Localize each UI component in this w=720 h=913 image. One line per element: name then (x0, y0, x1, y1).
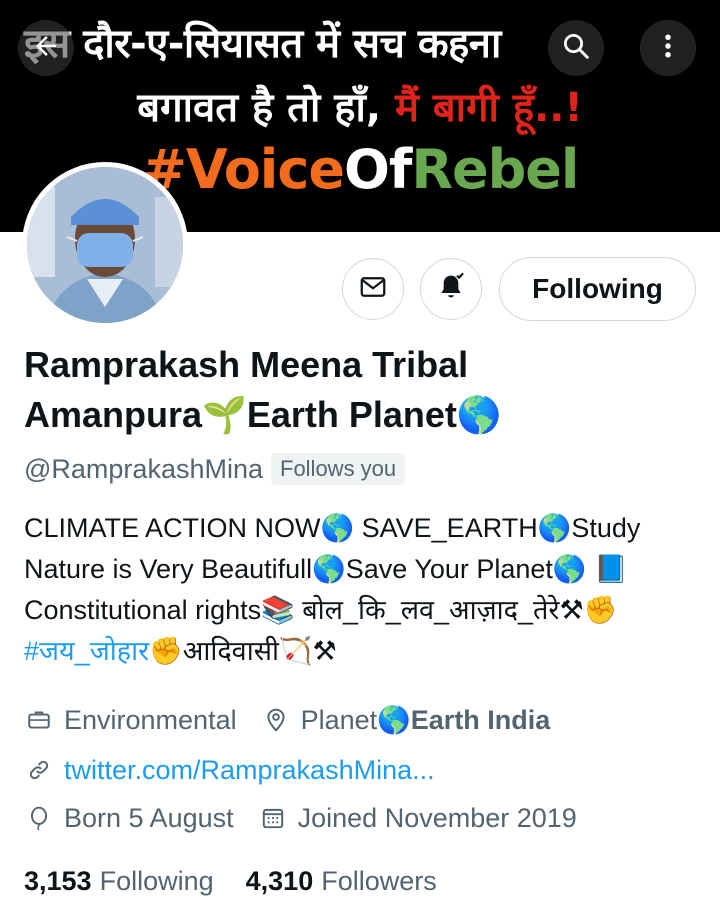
banner-line-2-white: बगावत है तो हाँ, (137, 85, 395, 131)
handle-row: @RamprakashMina Follows you (24, 450, 406, 488)
balloon-icon (24, 803, 54, 833)
following-stat[interactable]: 3,153 Following (24, 866, 214, 897)
username-handle: @RamprakashMina (24, 453, 263, 484)
banner-line-2-red: मैं बागी हूँ..! (394, 85, 583, 131)
link-icon (24, 755, 54, 785)
display-name-line-1: Ramprakash Meena Tribal (24, 344, 469, 385)
envelope-icon (358, 272, 388, 306)
bio-hashtag-link[interactable]: #जय_जोहार (24, 636, 149, 666)
bio-line-4: #जय_जोहार✊आदिवासी🏹⚒ (24, 631, 704, 672)
profile-meta-row-2: twitter.com/RamprakashMina... (24, 751, 435, 789)
notifications-button[interactable] (420, 258, 482, 320)
bio-line-3: Constitutional rights📚 बोल_कि_लव_आज़ाद_त… (24, 595, 618, 625)
joined-date-text: Joined November 2019 (297, 802, 577, 833)
profile-meta-row-3: Born 5 August Joined November 2019 (24, 799, 577, 837)
back-button[interactable] (18, 20, 74, 76)
followers-label: Followers (321, 865, 437, 896)
banner-line-2: बगावत है तो हाँ, मैं बागी हूँ..! (0, 78, 720, 133)
location-pin-icon (261, 705, 291, 735)
following-label: Following (99, 865, 214, 896)
location-text: Planet🌎 (300, 705, 411, 735)
display-name: Ramprakash Meena Tribal Amanpura🌱Earth P… (24, 340, 704, 440)
following-button[interactable]: Following (499, 257, 696, 321)
briefcase-icon (24, 705, 54, 735)
follows-you-badge: Follows you (271, 453, 406, 485)
more-vertical-icon (653, 31, 683, 65)
search-button[interactable] (548, 20, 604, 76)
bio-line-1: CLIMATE ACTION NOW🌎 SAVE_EARTH🌎Study (24, 513, 641, 543)
message-button[interactable] (342, 258, 404, 320)
birthday-text: Born 5 August (64, 802, 234, 833)
profession-category: Environmental (64, 704, 237, 735)
follow-stats: 3,153 Following 4,310 Followers (24, 862, 437, 900)
more-options-button[interactable] (640, 20, 696, 76)
bio-line-2: Nature is Very Beautifull🌎Save Your Plan… (24, 554, 628, 584)
arrow-left-icon (31, 31, 61, 65)
search-icon (561, 31, 591, 65)
banner-tag-rebel: Rebel (411, 138, 579, 201)
avatar[interactable] (22, 162, 188, 328)
bio-line-4-rest: ✊आदिवासी🏹⚒ (149, 636, 337, 666)
banner-tag-voice: #Voice (141, 138, 345, 201)
following-count: 3,153 (24, 865, 92, 896)
profile-meta-row-1: Environmental Planet🌎 Earth India (24, 701, 550, 739)
location-text-bold: Earth India (410, 704, 551, 735)
website-link[interactable]: twitter.com/RamprakashMina... (64, 755, 435, 786)
profile-bio: CLIMATE ACTION NOW🌎 SAVE_EARTH🌎Study Nat… (24, 508, 704, 672)
followers-count: 4,310 (245, 865, 314, 896)
banner-tag-of: Of (343, 138, 412, 201)
followers-stat[interactable]: 4,310 Followers (246, 866, 437, 897)
display-name-line-2: Amanpura🌱Earth Planet🌎 (24, 394, 502, 435)
bell-check-icon (435, 271, 467, 307)
calendar-icon (258, 803, 288, 833)
